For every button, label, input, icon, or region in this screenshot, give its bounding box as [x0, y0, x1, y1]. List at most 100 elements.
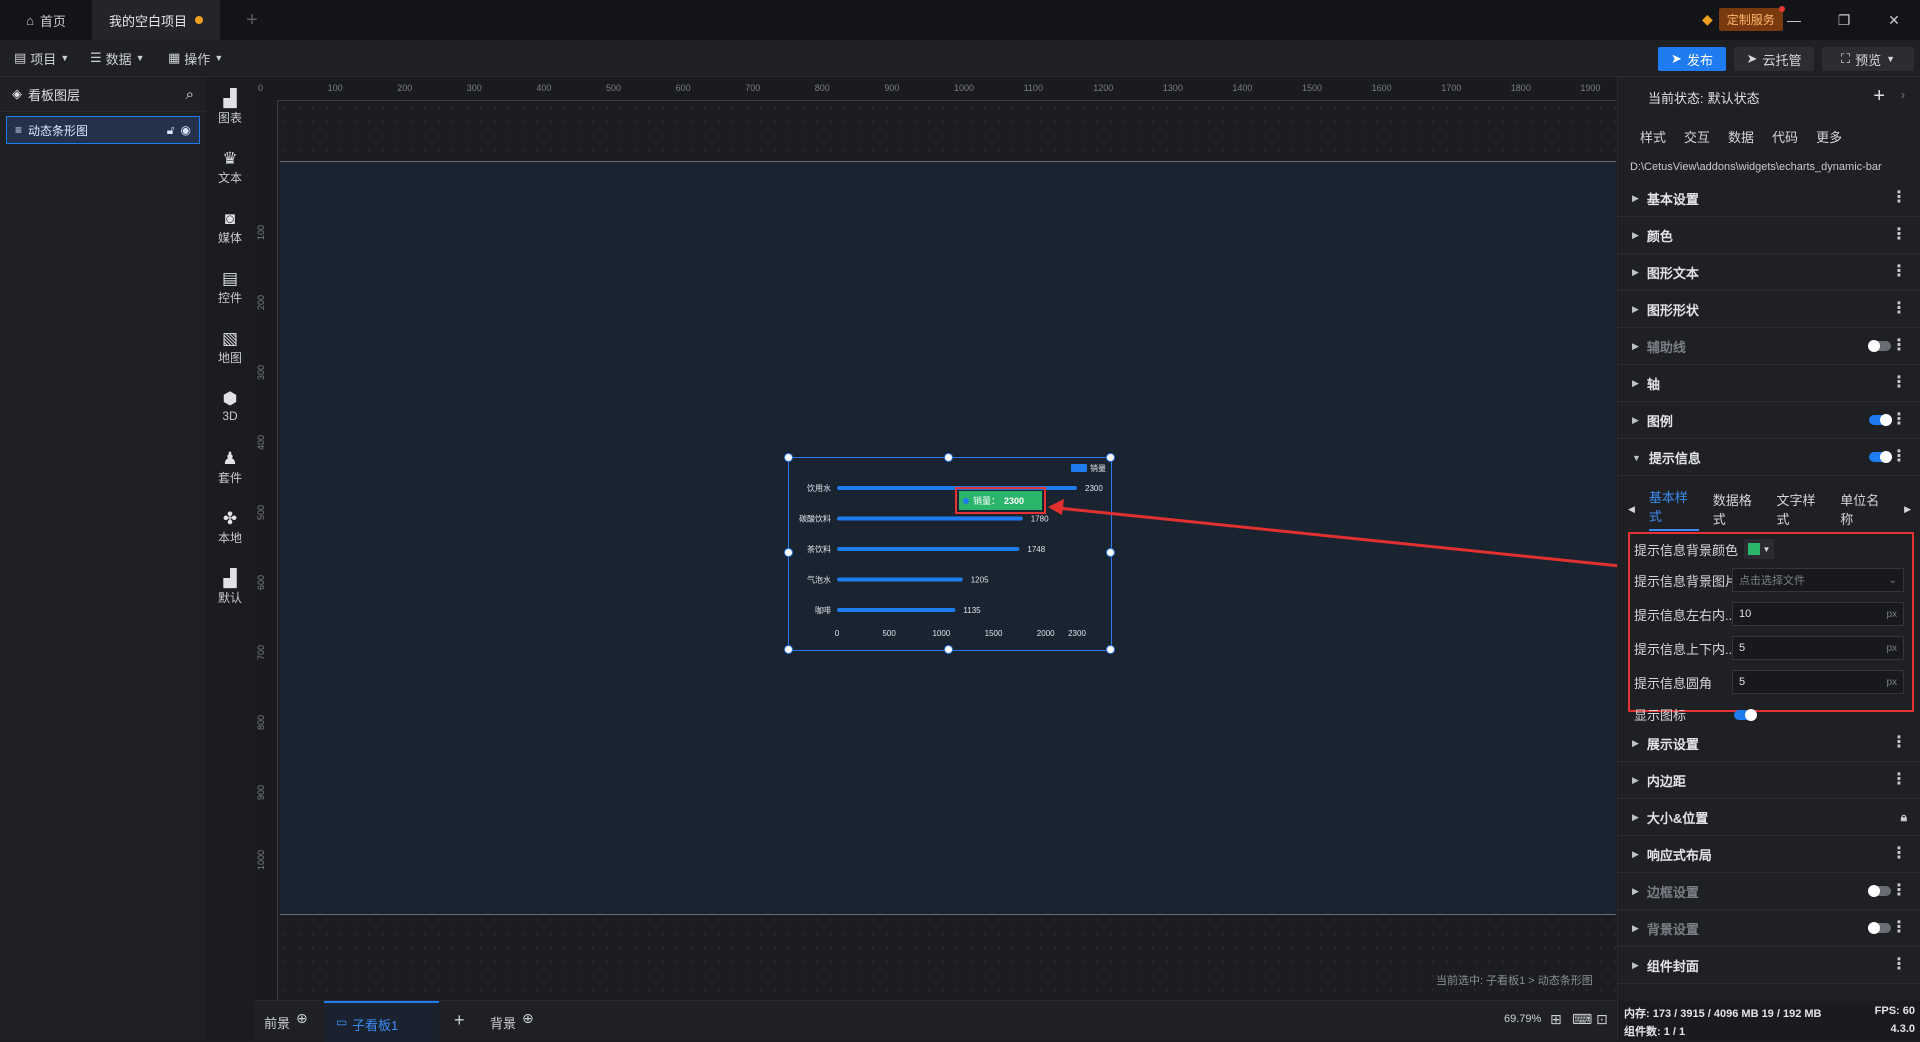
tab-background[interactable]: 背景 — [490, 1013, 516, 1032]
section-1-sections_bottom[interactable]: ▶ 内边距 ⋮ — [1618, 763, 1920, 799]
bg-image-select[interactable]: 点击选择文件 ⌄ — [1732, 568, 1904, 592]
more-vert-icon[interactable]: ⋮ — [1891, 189, 1907, 207]
state-value[interactable]: 默认状态 — [1708, 88, 1760, 107]
menu-project[interactable]: ▤ 项目 ▼ — [14, 48, 69, 68]
section-2-sections_bottom[interactable]: ▶ 大小&位置 🔒︎ — [1618, 800, 1920, 836]
section-6-sections_top[interactable]: ▶ 图例 ⋮ — [1618, 403, 1920, 439]
subtab-basic-style[interactable]: 基本样式 — [1648, 487, 1699, 531]
more-vert-icon[interactable]: ⋮ — [1891, 374, 1907, 392]
section-4-sections_top[interactable]: ▶ 辅助线 ⋮ — [1618, 329, 1920, 365]
minimize-button[interactable]: — — [1784, 10, 1804, 30]
section-6-sections_bottom[interactable]: ▶ 组件封面 ⋮ — [1618, 948, 1920, 984]
more-vert-icon[interactable]: ⋮ — [1891, 263, 1907, 281]
tab-interaction[interactable]: 交互 — [1684, 127, 1710, 146]
pad-tb-input[interactable]: 5 px — [1732, 636, 1904, 660]
subtab-text-style[interactable]: 文字样式 — [1776, 490, 1826, 528]
more-vert-icon[interactable]: ⋮ — [1891, 845, 1907, 863]
more-vert-icon[interactable]: ⋮ — [1891, 411, 1907, 429]
section-toggle[interactable] — [1869, 451, 1892, 463]
tab-board[interactable]: ▭ 子看板1 — [324, 1001, 439, 1042]
color-picker[interactable]: ▼ — [1744, 539, 1775, 559]
component-control[interactable]: ▤ 控件 — [206, 269, 254, 306]
component-media[interactable]: ◙ 媒体 — [206, 209, 254, 246]
resize-handle[interactable] — [784, 548, 793, 557]
more-vert-icon[interactable]: ⋮ — [1891, 919, 1907, 937]
zoom-level[interactable]: 69.79% — [1504, 1013, 1541, 1025]
section-7-sections_top[interactable]: ▼ 提示信息 ⋮ — [1618, 440, 1920, 476]
chevron-down-icon: ▼ — [60, 53, 70, 63]
tab-style[interactable]: 样式 — [1640, 127, 1666, 146]
section-toggle[interactable] — [1869, 414, 1892, 426]
chevron-down-icon[interactable]: ▼ — [1886, 54, 1895, 64]
add-background-icon[interactable]: ⊕ — [522, 1010, 534, 1027]
component-map[interactable]: ▧ 地图 — [206, 329, 254, 366]
pad-lr-input[interactable]: 10 px — [1732, 602, 1904, 626]
more-vert-icon[interactable]: ⋮ — [1891, 771, 1907, 789]
menu-operate[interactable]: ▦ 操作 ▼ — [168, 48, 223, 68]
section-0-sections_bottom[interactable]: ▶ 展示设置 ⋮ — [1618, 726, 1920, 762]
component-3d[interactable]: ⬢ 3D — [206, 389, 254, 423]
eye-icon[interactable]: ◉ — [181, 123, 191, 137]
show-icon-toggle[interactable] — [1734, 709, 1757, 721]
chevron-left-icon[interactable]: ◀ — [1628, 504, 1635, 515]
more-vert-icon[interactable]: ⋮ — [1891, 734, 1907, 752]
resize-handle[interactable] — [784, 645, 793, 654]
close-button[interactable]: ✕ — [1884, 10, 1904, 30]
resize-handle[interactable] — [784, 453, 793, 462]
component-text[interactable]: ♛ 文本 — [206, 149, 254, 186]
add-state-button[interactable]: + — [1873, 85, 1885, 108]
resize-handle[interactable] — [1106, 645, 1115, 654]
section-1-sections_top[interactable]: ▶ 颜色 ⋮ — [1618, 218, 1920, 254]
section-2-sections_top[interactable]: ▶ 图形文本 ⋮ — [1618, 255, 1920, 291]
section-4-sections_bottom[interactable]: ▶ 边框设置 ⋮ — [1618, 874, 1920, 910]
more-vert-icon[interactable]: ⋮ — [1891, 337, 1907, 355]
resize-handle[interactable] — [944, 645, 953, 654]
keyboard-icon[interactable]: ⌨ — [1572, 1011, 1592, 1028]
section-toggle[interactable] — [1868, 885, 1891, 897]
component-local[interactable]: ✤ 本地 — [206, 509, 254, 546]
cloud-hosting-button[interactable]: ➤ 云托管 — [1734, 47, 1814, 71]
tab-foreground[interactable]: 前景 — [264, 1013, 290, 1032]
restore-button[interactable]: ❐ — [1834, 10, 1854, 30]
component-suite[interactable]: ♟ 套件 — [206, 449, 254, 486]
resize-handle[interactable] — [944, 453, 953, 462]
section-3-sections_top[interactable]: ▶ 图形形状 ⋮ — [1618, 292, 1920, 328]
unlock-icon[interactable]: 🔓︎ — [167, 123, 175, 138]
more-vert-icon[interactable]: ⋮ — [1891, 956, 1907, 974]
menu-data[interactable]: ☰ 数据 ▼ — [90, 48, 145, 68]
section-5-sections_bottom[interactable]: ▶ 背景设置 ⋮ — [1618, 911, 1920, 947]
subtab-unit-name[interactable]: 单位名称 — [1840, 490, 1890, 528]
tab-data[interactable]: 数据 — [1728, 127, 1754, 146]
search-icon[interactable]: ⌕ — [186, 86, 194, 103]
section-0-sections_top[interactable]: ▶ 基本设置 ⋮ — [1618, 181, 1920, 217]
custom-service-button[interactable]: ◆ 定制服务 — [1702, 6, 1785, 31]
section-toggle[interactable] — [1868, 340, 1891, 352]
add-tab-button[interactable]: + — [240, 0, 264, 40]
chevron-right-icon[interactable]: ▶ — [1904, 504, 1911, 515]
subtab-data-format[interactable]: 数据格式 — [1713, 490, 1763, 528]
section-toggle[interactable] — [1868, 922, 1891, 934]
resize-handle[interactable] — [1106, 453, 1115, 462]
tab-more[interactable]: 更多 — [1816, 127, 1842, 146]
publish-button[interactable]: ➤ 发布 — [1658, 47, 1726, 71]
fit-screen-icon[interactable]: ⊞ — [1550, 1011, 1562, 1028]
tab-project[interactable]: 我的空白项目 — [92, 0, 220, 40]
section-3-sections_bottom[interactable]: ▶ 响应式布局 ⋮ — [1618, 837, 1920, 873]
tab-home[interactable]: ⌂ 首页 — [0, 0, 92, 40]
more-vert-icon[interactable]: ⋮ — [1891, 882, 1907, 900]
more-vert-icon[interactable]: ⋮ — [1891, 300, 1907, 318]
more-vert-icon[interactable]: ⋮ — [1891, 226, 1907, 244]
component-chart[interactable]: ▟ 图表 — [206, 89, 254, 126]
tab-code[interactable]: 代码 — [1772, 127, 1798, 146]
chevron-right-icon[interactable]: › — [1901, 88, 1905, 102]
add-foreground-icon[interactable]: ⊕ — [296, 1010, 308, 1027]
section-5-sections_top[interactable]: ▶ 轴 ⋮ — [1618, 366, 1920, 402]
preview-button[interactable]: ⛶ 预览 ▼ — [1822, 47, 1914, 71]
layer-item[interactable]: ≡ 动态条形图 🔓︎ ◉ — [6, 116, 200, 144]
component-default[interactable]: ▟ 默认 — [206, 569, 254, 606]
radius-input[interactable]: 5 px — [1732, 670, 1904, 694]
terminal-icon[interactable]: ⊡ — [1596, 1011, 1608, 1028]
lock-icon[interactable]: 🔒︎ — [1901, 808, 1907, 826]
add-board-button[interactable]: + — [454, 1010, 465, 1031]
more-vert-icon[interactable]: ⋮ — [1891, 448, 1907, 466]
